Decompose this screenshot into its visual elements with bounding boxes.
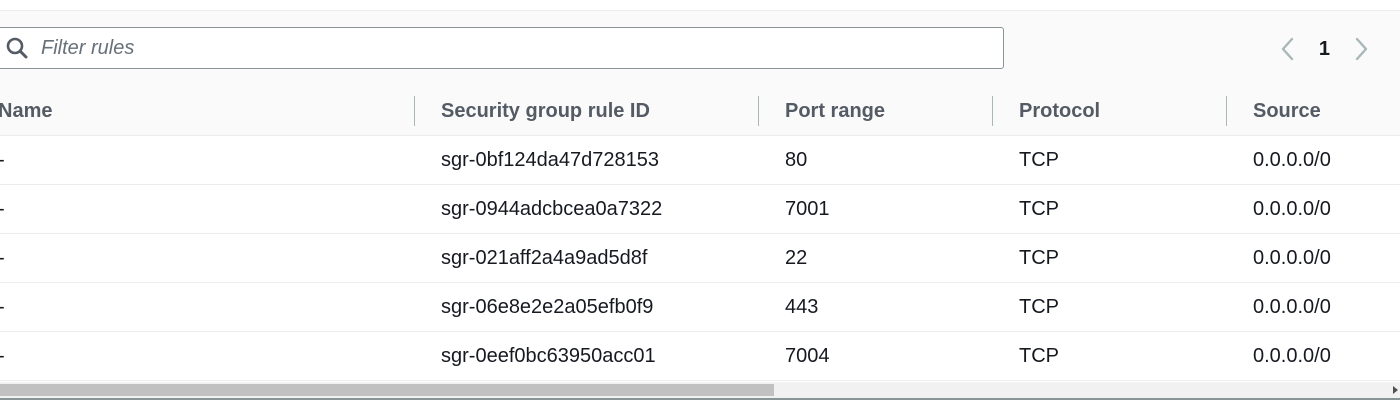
horizontal-scrollbar[interactable] [0, 382, 1400, 398]
column-header-port-range[interactable]: Port range [759, 87, 993, 136]
chevron-right-icon [1355, 37, 1368, 61]
cell-rule-id: sgr-0944adcbcea0a7322 [415, 184, 759, 234]
column-header-label: Security group rule ID [441, 99, 650, 122]
table-row[interactable]: - sgr-0bf124da47d728153 80 TCP 0.0.0.0/0 [0, 135, 1400, 185]
top-divider [0, 0, 1400, 11]
cell-port-range: 443 [759, 282, 993, 332]
cell-port-range: 7001 [759, 184, 993, 234]
column-header-label: Port range [785, 99, 886, 122]
column-header-protocol[interactable]: Protocol [993, 87, 1227, 136]
cell-name: - [0, 135, 415, 185]
column-header-label: Source [1253, 99, 1321, 122]
column-header-source[interactable]: Source [1227, 87, 1400, 136]
cell-protocol: TCP [993, 135, 1227, 185]
cell-port-range: 7004 [759, 331, 993, 381]
cell-source: 0.0.0.0/0 [1227, 184, 1400, 234]
cell-name: - [0, 184, 415, 234]
cell-rule-id: sgr-021aff2a4a9ad5d8f [415, 233, 759, 283]
scroll-right-arrow-icon[interactable] [1393, 386, 1398, 394]
cell-name: - [0, 282, 415, 332]
cell-rule-id: sgr-0bf124da47d728153 [415, 135, 759, 185]
column-header-rule-id[interactable]: Security group rule ID [415, 87, 759, 136]
cell-rule-id: sgr-06e8e2e2a05efb0f9 [415, 282, 759, 332]
filter-rules-input[interactable] [39, 29, 1003, 67]
cell-rule-id: sgr-0eef0bc63950acc01 [415, 331, 759, 381]
security-group-rules-table-container: Name Security group rule ID Port range P… [0, 87, 1400, 382]
previous-page-button[interactable] [1275, 33, 1301, 65]
cell-port-range: 22 [759, 233, 993, 283]
cell-source: 0.0.0.0/0 [1227, 282, 1400, 332]
cell-source: 0.0.0.0/0 [1227, 331, 1400, 381]
chevron-left-icon [1281, 37, 1294, 61]
cell-protocol: TCP [993, 233, 1227, 283]
cell-protocol: TCP [993, 331, 1227, 381]
search-icon [5, 36, 29, 60]
filter-search-box[interactable] [0, 27, 1004, 69]
table-bottom-border [0, 398, 1400, 400]
table-row[interactable]: - sgr-0eef0bc63950acc01 7004 TCP 0.0.0.0… [0, 331, 1400, 381]
table-row[interactable]: - sgr-06e8e2e2a05efb0f9 443 TCP 0.0.0.0/… [0, 282, 1400, 332]
column-header-name[interactable]: Name [0, 87, 415, 136]
cell-protocol: TCP [993, 282, 1227, 332]
column-header-label: Name [0, 99, 53, 122]
current-page-number[interactable]: 1 [1319, 38, 1330, 61]
filter-bar: 1 [0, 11, 1400, 87]
table-row[interactable]: - sgr-0944adcbcea0a7322 7001 TCP 0.0.0.0… [0, 184, 1400, 234]
table-row[interactable]: - sgr-021aff2a4a9ad5d8f 22 TCP 0.0.0.0/0 [0, 233, 1400, 283]
pagination: 1 [1275, 33, 1374, 65]
cell-name: - [0, 233, 415, 283]
column-header-label: Protocol [1019, 99, 1101, 122]
next-page-button[interactable] [1348, 33, 1374, 65]
cell-name: - [0, 331, 415, 381]
scrollbar-thumb[interactable] [0, 384, 774, 396]
cell-source: 0.0.0.0/0 [1227, 233, 1400, 283]
table-header-row: Name Security group rule ID Port range P… [0, 87, 1400, 136]
cell-source: 0.0.0.0/0 [1227, 135, 1400, 185]
security-group-rules-table: Name Security group rule ID Port range P… [0, 87, 1400, 381]
cell-port-range: 80 [759, 135, 993, 185]
cell-protocol: TCP [993, 184, 1227, 234]
